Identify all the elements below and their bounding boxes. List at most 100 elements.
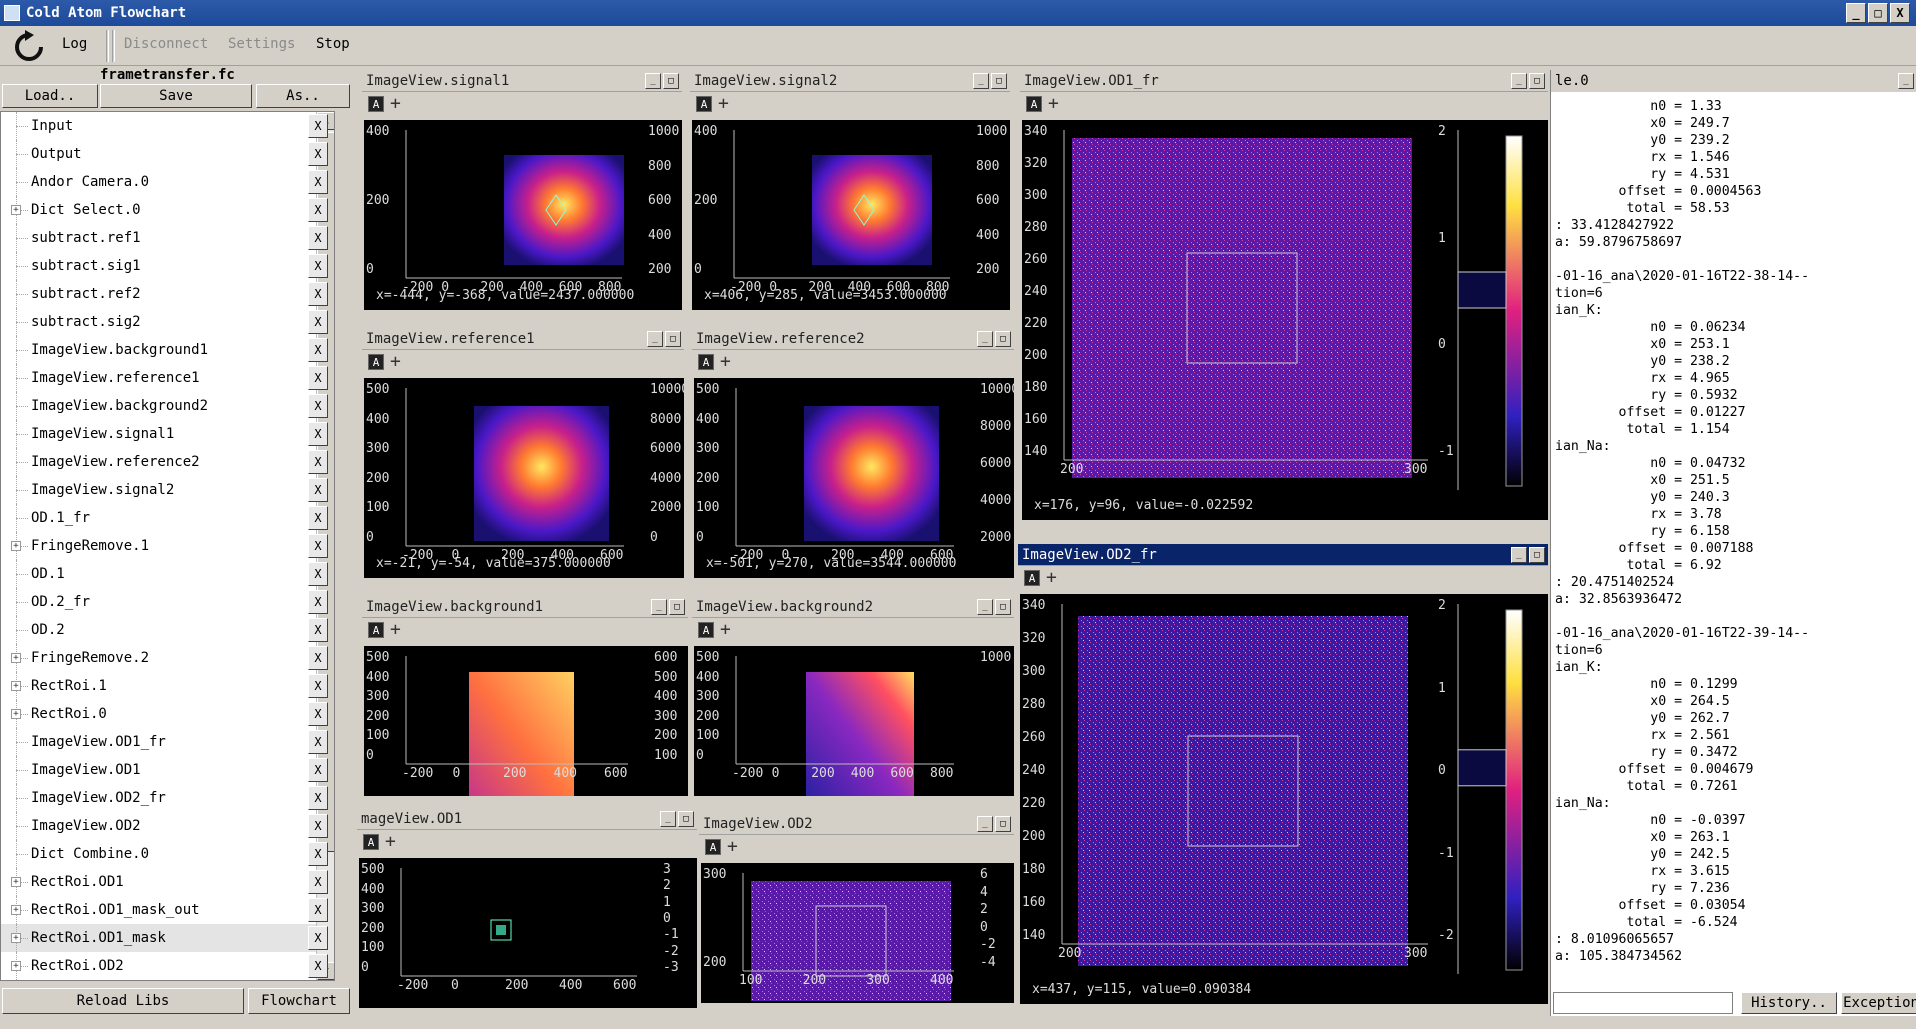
reload-icon[interactable] xyxy=(12,30,46,64)
save-button[interactable]: Save xyxy=(100,84,252,108)
auto-range-icon[interactable]: A xyxy=(1024,570,1040,586)
console-input[interactable] xyxy=(1553,992,1733,1014)
settings-button[interactable]: Settings xyxy=(228,36,295,52)
remove-node-button[interactable]: X xyxy=(308,870,328,894)
float-icon[interactable]: □ xyxy=(665,331,681,347)
image-plot[interactable]: 400 200 0 -200 0 200 400 600 800 1000 800 600 400 200… xyxy=(364,120,682,310)
dock-title[interactable]: ImageView.OD1_fr xyxy=(1020,70,1548,92)
tree-node-row[interactable]: OD.1_fr X xyxy=(1,504,328,532)
tree-node-row[interactable]: + RectRoi.OD2 X xyxy=(1,952,328,980)
tree-node-row[interactable]: + FringeRemove.2 X xyxy=(1,644,328,672)
tree-node-row[interactable]: ImageView.OD2 X xyxy=(1,812,328,840)
dock-title[interactable]: ImageView.signal1 xyxy=(362,70,682,92)
crosshair-icon[interactable]: + xyxy=(390,621,401,639)
float-icon[interactable]: □ xyxy=(995,816,1011,832)
auto-range-icon[interactable]: A xyxy=(363,834,379,850)
exception-button[interactable]: Exception xyxy=(1841,992,1916,1014)
reload-libs-button[interactable]: Reload Libs xyxy=(2,988,244,1014)
remove-node-button[interactable]: X xyxy=(308,310,328,334)
expand-plus-icon[interactable]: + xyxy=(11,709,21,719)
auto-range-icon[interactable]: A xyxy=(696,96,712,112)
auto-range-icon[interactable]: A xyxy=(705,839,721,855)
remove-node-button[interactable]: X xyxy=(308,702,328,726)
crosshair-icon[interactable]: + xyxy=(1046,569,1057,587)
minimize-icon[interactable]: _ xyxy=(645,73,661,89)
remove-node-button[interactable]: X xyxy=(308,282,328,306)
image-plot[interactable]: 340 320 300 280 260 240 220 200 180 160 140 200 300 2… xyxy=(1020,594,1548,1004)
float-icon[interactable]: □ xyxy=(1529,547,1545,563)
tree-node-row[interactable]: ImageView.signal2 X xyxy=(1,476,328,504)
tree-node-row[interactable]: ImageView.background1 X xyxy=(1,336,328,364)
remove-node-button[interactable]: X xyxy=(308,786,328,810)
remove-node-button[interactable]: X xyxy=(308,366,328,390)
tree-node-row[interactable]: OD.2 X xyxy=(1,616,328,644)
float-icon[interactable]: □ xyxy=(669,599,685,615)
auto-range-icon[interactable]: A xyxy=(1026,96,1042,112)
remove-node-button[interactable]: X xyxy=(308,114,328,138)
tree-node-row[interactable]: + RectRoi.OD1_mask X xyxy=(1,924,328,952)
minimize-icon[interactable]: _ xyxy=(651,599,667,615)
tree-node-row[interactable]: ImageView.background2 X xyxy=(1,392,328,420)
tree-node-row[interactable]: + RectRoi.OD1_mask_out X xyxy=(1,896,328,924)
load-button[interactable]: Load.. xyxy=(2,84,98,108)
float-icon[interactable]: □ xyxy=(1529,73,1545,89)
save-as-button[interactable]: As.. xyxy=(256,84,350,108)
expand-plus-icon[interactable]: + xyxy=(11,653,21,663)
remove-node-button[interactable]: X xyxy=(308,226,328,250)
tree-node-row[interactable]: + RectRoi.OD1 X xyxy=(1,868,328,896)
image-plot[interactable]: 500 400 300 200 100 0 -200 0 200 400 600 800 1000 xyxy=(694,646,1014,796)
remove-node-button[interactable]: X xyxy=(308,842,328,866)
image-plot[interactable]: 340 320 300 280 260 240 220 200 180 160 140 200 300 2… xyxy=(1022,120,1548,520)
remove-node-button[interactable]: X xyxy=(308,954,328,978)
remove-node-button[interactable]: X xyxy=(308,506,328,530)
remove-node-button[interactable]: X xyxy=(308,814,328,838)
remove-node-button[interactable]: X xyxy=(308,142,328,166)
minimize-icon[interactable]: _ xyxy=(977,816,993,832)
expand-plus-icon[interactable]: + xyxy=(11,961,21,971)
dock-title[interactable]: ImageView.background1 xyxy=(362,596,688,618)
tree-node-row[interactable]: + Dict Select.0 X xyxy=(1,196,328,224)
expand-plus-icon[interactable]: + xyxy=(11,933,21,943)
float-icon[interactable]: □ xyxy=(995,331,1011,347)
minimize-button[interactable]: _ xyxy=(1846,3,1866,23)
crosshair-icon[interactable]: + xyxy=(1048,95,1059,113)
float-icon[interactable]: □ xyxy=(678,811,694,827)
tree-node-row[interactable]: + RectRoi.0 X xyxy=(1,700,328,728)
remove-node-button[interactable]: X xyxy=(308,618,328,642)
remove-node-button[interactable]: X xyxy=(308,646,328,670)
crosshair-icon[interactable]: + xyxy=(385,833,396,851)
image-plot[interactable]: 500 400 300 200 100 0 -200 0 200 400 600 600 500 400 3… xyxy=(364,646,688,796)
remove-node-button[interactable]: X xyxy=(308,562,328,586)
stop-button[interactable]: Stop xyxy=(316,36,350,52)
remove-node-button[interactable]: X xyxy=(308,590,328,614)
float-icon[interactable]: □ xyxy=(995,599,1011,615)
tree-node-row[interactable]: OD.1 X xyxy=(1,560,328,588)
remove-node-button[interactable]: X xyxy=(308,534,328,558)
tree-node-row[interactable]: + FringeRemove.1 X xyxy=(1,532,328,560)
remove-node-button[interactable]: X xyxy=(308,478,328,502)
tree-node-row[interactable]: subtract.ref1 X xyxy=(1,224,328,252)
tree-node-row[interactable]: ImageView.signal1 X xyxy=(1,420,328,448)
remove-node-button[interactable]: X xyxy=(308,338,328,362)
remove-node-button[interactable]: X xyxy=(308,198,328,222)
minimize-icon[interactable]: _ xyxy=(647,331,663,347)
flowchart-button[interactable]: Flowchart xyxy=(248,988,350,1014)
tree-node-row[interactable]: ImageView.reference2 X xyxy=(1,448,328,476)
crosshair-icon[interactable]: + xyxy=(390,353,401,371)
image-plot[interactable]: 300 200 100 200 300 400 6 4 2 0 -2 -4 xyxy=(701,863,1014,1003)
auto-range-icon[interactable]: A xyxy=(368,622,384,638)
expand-plus-icon[interactable]: + xyxy=(11,541,21,551)
crosshair-icon[interactable]: + xyxy=(720,621,731,639)
float-icon[interactable]: □ xyxy=(663,73,679,89)
expand-plus-icon[interactable]: + xyxy=(11,905,21,915)
disconnect-button[interactable]: Disconnect xyxy=(124,36,208,52)
minimize-icon[interactable]: _ xyxy=(977,599,993,615)
auto-range-icon[interactable]: A xyxy=(368,96,384,112)
tree-node-row[interactable]: Input X xyxy=(1,112,328,140)
auto-range-icon[interactable]: A xyxy=(368,354,384,370)
image-plot[interactable]: 500 400 300 200 100 0 -200 0 200 400 600 3 2 1 0 -1 -2 -3 xyxy=(359,858,697,1008)
log-button[interactable]: Log xyxy=(62,36,87,52)
tree-node-row[interactable]: ImageView.OD2_fr X xyxy=(1,784,328,812)
close-button[interactable]: X xyxy=(1890,3,1910,23)
minimize-icon[interactable]: _ xyxy=(1511,547,1527,563)
